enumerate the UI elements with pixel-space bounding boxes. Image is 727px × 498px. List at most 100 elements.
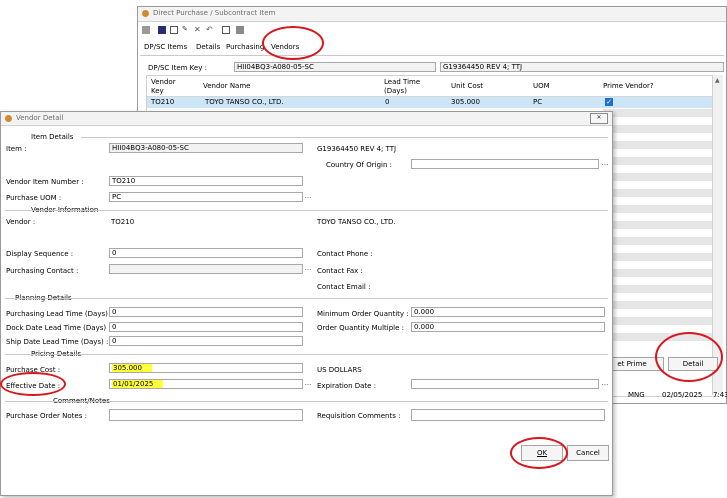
dialog-app-icon bbox=[5, 115, 12, 122]
item-rev-text: G19364450 REV 4; TTJ bbox=[317, 145, 397, 153]
req-comments-label: Requisition Comments : bbox=[317, 412, 401, 420]
app-icon bbox=[142, 10, 149, 17]
row-unit-cost: 305.000 bbox=[451, 98, 480, 106]
item-field[interactable]: HII04BQ3-A080-05-SC bbox=[109, 143, 303, 153]
new-icon[interactable] bbox=[142, 26, 150, 34]
comments-divider bbox=[5, 401, 608, 402]
tab-details[interactable]: Details bbox=[196, 43, 220, 51]
col-unit-cost[interactable]: Unit Cost bbox=[451, 82, 483, 91]
dialog-titlebar: Vendor Detail ✕ bbox=[1, 112, 612, 126]
po-notes-label: Purchase Order Notes : bbox=[6, 412, 87, 420]
col-prime-vendor[interactable]: Prime Vendor? bbox=[603, 82, 654, 91]
table-row[interactable]: TO210 TOYO TANSO CO., LTD. 0 305.000 PC … bbox=[147, 97, 717, 108]
grid-stripes bbox=[603, 109, 717, 349]
purchasing-contact-field[interactable] bbox=[109, 264, 303, 274]
min-qty-label: Minimum Order Quantity : bbox=[317, 310, 409, 318]
min-qty-field[interactable]: 0.000 bbox=[411, 307, 605, 317]
item-key-label: DP/SC Item Key : bbox=[148, 64, 207, 72]
country-field[interactable] bbox=[411, 159, 599, 169]
item-label: Item : bbox=[6, 145, 27, 153]
vendor-item-number-label: Vendor Item Number : bbox=[6, 178, 84, 186]
print-icon[interactable] bbox=[222, 26, 230, 34]
col-vendor-key[interactable]: Vendor Key bbox=[151, 78, 181, 96]
detail-button-annotation bbox=[655, 332, 723, 382]
purchase-uom-label: Purchase UOM : bbox=[6, 194, 62, 202]
expiration-date-field[interactable] bbox=[411, 379, 599, 389]
ok-button-annotation bbox=[510, 437, 568, 469]
delete-icon[interactable]: ✕ bbox=[194, 25, 201, 34]
vendors-tab-annotation bbox=[262, 26, 324, 60]
purchase-uom-lookup-button[interactable]: ... bbox=[304, 192, 312, 202]
item-key-field[interactable]: HII04BQ3-A080-05-SC bbox=[234, 62, 436, 72]
dialog-title: Vendor Detail bbox=[16, 114, 64, 122]
vendor-name-text: TOYO TANSO CO., LTD. bbox=[317, 218, 396, 226]
section-item-details: Item Details bbox=[31, 133, 74, 141]
grid-header: Vendor Key Vendor Name Lead Time (Days) … bbox=[147, 76, 717, 97]
purchase-uom-field[interactable]: PC bbox=[109, 192, 303, 202]
contact-fax-label: Contact Fax : bbox=[317, 267, 363, 275]
expiration-date-picker-button[interactable]: ... bbox=[601, 379, 609, 389]
item-details-divider bbox=[81, 137, 608, 138]
row-vendor-name: TOYO TANSO CO., LTD. bbox=[205, 98, 284, 106]
export-icon[interactable] bbox=[236, 26, 244, 34]
display-sequence-label: Display Sequence : bbox=[6, 250, 74, 258]
country-lookup-button[interactable]: ... bbox=[601, 159, 609, 169]
status-date: 02/05/2025 bbox=[662, 391, 703, 399]
dock-lead-field[interactable]: 0 bbox=[109, 322, 303, 332]
purchasing-lead-label: Purchasing Lead Time (Days) bbox=[6, 310, 108, 318]
po-notes-field[interactable] bbox=[109, 409, 303, 421]
multiple-label: Order Quantity Multiple : bbox=[317, 324, 404, 332]
row-vendor-key: TO210 bbox=[151, 98, 175, 106]
tab-dpsc-items[interactable]: DP/SC Items bbox=[144, 43, 187, 51]
window-titlebar: Direct Purchase / Subcontract Item bbox=[138, 7, 726, 22]
vendor-item-number-field[interactable]: TO210 bbox=[109, 176, 303, 186]
vendor-detail-dialog: Vendor Detail ✕ Item Details Item : HII0… bbox=[0, 111, 613, 496]
purchase-cost-value: 305.000 bbox=[112, 364, 152, 372]
expiration-date-label: Expiration Date : bbox=[317, 382, 377, 390]
effective-date-value: 01/01/2025 bbox=[112, 380, 164, 388]
close-icon[interactable]: ✕ bbox=[590, 113, 608, 124]
display-sequence-field[interactable]: 0 bbox=[109, 248, 303, 258]
purchasing-contact-lookup-button[interactable]: ... bbox=[304, 264, 312, 274]
status-bar: MNG 02/05/2025 7:43 bbox=[608, 391, 727, 401]
effective-date-field[interactable]: 01/01/2025 bbox=[109, 379, 303, 389]
cancel-label: Cancel bbox=[576, 449, 600, 457]
col-vendor-name[interactable]: Vendor Name bbox=[203, 82, 250, 91]
row-uom: PC bbox=[533, 98, 543, 106]
multiple-field[interactable]: 0.000 bbox=[411, 322, 605, 332]
currency-text: US DOLLARS bbox=[317, 366, 362, 374]
set-prime-label: et Prime bbox=[617, 360, 647, 368]
status-user: MNG bbox=[628, 391, 645, 399]
contact-email-label: Contact Email : bbox=[317, 283, 371, 291]
col-uom[interactable]: UOM bbox=[533, 82, 550, 91]
vendor-key-text: TO210 bbox=[111, 218, 135, 226]
tab-divider bbox=[140, 55, 724, 56]
copy-icon[interactable] bbox=[170, 26, 178, 34]
undo-icon[interactable]: ↶ bbox=[206, 25, 213, 34]
vendor-info-divider bbox=[5, 210, 608, 211]
ship-lead-field[interactable]: 0 bbox=[109, 336, 303, 346]
vendor-label: Vendor : bbox=[6, 218, 36, 226]
status-time: 7:43 bbox=[713, 391, 727, 399]
purchasing-lead-field[interactable]: 0 bbox=[109, 307, 303, 317]
row-lead-time: 0 bbox=[385, 98, 390, 106]
scroll-up-icon[interactable]: ▲ bbox=[715, 77, 720, 84]
country-label: Country Of Origin : bbox=[326, 161, 392, 169]
col-lead-time[interactable]: Lead Time (Days) bbox=[384, 78, 424, 96]
req-comments-field[interactable] bbox=[411, 409, 605, 421]
tab-purchasing[interactable]: Purchasing bbox=[226, 43, 264, 51]
window-title: Direct Purchase / Subcontract Item bbox=[153, 9, 276, 17]
effective-date-picker-button[interactable]: ... bbox=[304, 379, 312, 389]
effective-date-annotation bbox=[0, 372, 66, 396]
cancel-button[interactable]: Cancel bbox=[567, 445, 609, 461]
contact-phone-label: Contact Phone : bbox=[317, 250, 373, 258]
purchase-cost-field[interactable]: 305.000 bbox=[109, 363, 303, 373]
save-icon[interactable] bbox=[158, 26, 166, 34]
ship-lead-label: Ship Date Lead Time (Days) : bbox=[6, 338, 109, 346]
pricing-divider bbox=[5, 354, 608, 355]
dock-lead-label: Dock Date Lead Time (Days) bbox=[6, 324, 107, 332]
planning-divider bbox=[5, 298, 608, 299]
spellcheck-icon[interactable]: ✎ bbox=[182, 25, 188, 33]
item-rev-field[interactable]: G19364450 REV 4; TTJ bbox=[440, 62, 724, 72]
prime-checkbox[interactable]: ✓ bbox=[605, 98, 613, 106]
